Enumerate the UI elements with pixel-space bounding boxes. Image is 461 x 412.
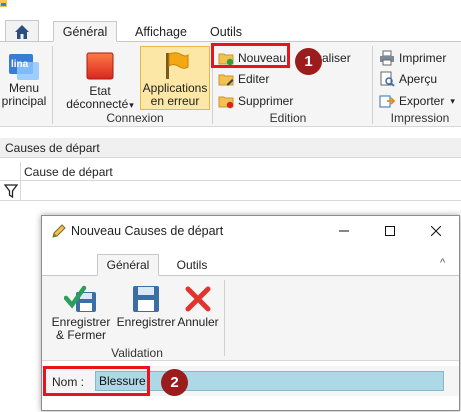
delete-folder-icon (218, 93, 234, 109)
export-icon (379, 93, 396, 109)
group-label-edition: Edition (269, 111, 307, 125)
panel-title: Causes de départ (0, 138, 461, 158)
printer-icon (379, 50, 395, 66)
apercu-label: Aperçu (399, 72, 438, 86)
lina-logo-icon: lina (9, 54, 39, 80)
row-indicator-divider (20, 162, 21, 181)
annuler-label: Annuler (177, 315, 219, 329)
group-label-impression: Impression (390, 111, 450, 125)
row-indicator-divider (20, 181, 21, 201)
applications-en-erreur-button[interactable]: Applications en erreur (140, 46, 210, 110)
ribbon-separator (224, 280, 225, 356)
annuler-button[interactable]: Annuler (175, 284, 221, 329)
cancel-x-icon (185, 286, 211, 312)
grid-header: Cause de départ (0, 162, 461, 181)
enregistrer-label: Enregistrer (116, 315, 176, 329)
exporter-label: Exporter (399, 94, 445, 108)
close-icon (431, 226, 441, 236)
highlight-nouveau (211, 43, 290, 68)
editer-label: Editer (238, 72, 270, 86)
enregistrer-fermer-line2: & Fermer (55, 328, 106, 342)
maximize-icon (385, 226, 395, 236)
save-icon (133, 286, 159, 312)
enregistrer-fermer-button[interactable]: Enregistrer & Fermer (50, 284, 112, 342)
preview-icon (379, 71, 395, 87)
home-icon (15, 24, 29, 39)
collapse-ribbon-button[interactable]: ^ (440, 257, 445, 269)
supprimer-button[interactable]: Supprimer (218, 92, 293, 110)
tab-affichage[interactable]: Affichage (128, 21, 194, 42)
menu-principal-line2: principal (1, 94, 47, 108)
enregistrer-button[interactable]: Enregistrer (116, 284, 176, 329)
dialog-tab-outils[interactable]: Outils (167, 254, 217, 276)
dialog-titlebar[interactable]: Nouveau Causes de départ (42, 216, 459, 246)
dialog-tab-general[interactable]: Général (97, 254, 159, 276)
highlight-nom-field (43, 366, 150, 396)
supprimer-label: Supprimer (238, 94, 294, 108)
dialog-ribbon: Enregistrer & Fermer Enregistrer Annuler… (42, 275, 459, 361)
edit-folder-icon (218, 71, 234, 87)
app-icon (0, 0, 7, 7)
etat-deconnecte-button[interactable]: Etat déconnecté▾ (64, 52, 136, 112)
flag-icon (166, 52, 189, 79)
minimize-icon (339, 230, 349, 232)
save-close-icon (64, 285, 96, 312)
dialog-title: Nouveau Causes de départ (71, 224, 224, 238)
tab-outils[interactable]: Outils (201, 21, 251, 42)
filter-icon[interactable] (4, 184, 18, 198)
group-label-connexion: Connexion (106, 111, 164, 125)
minimize-button[interactable] (321, 216, 367, 246)
chevron-down-icon: ▾ (450, 95, 455, 106)
group-label-validation: Validation (111, 346, 163, 360)
maximize-button[interactable] (367, 216, 413, 246)
tab-general[interactable]: Général (53, 21, 117, 42)
imprimer-label: Imprimer (399, 51, 447, 65)
column-header-cause[interactable]: Cause de départ (24, 165, 113, 179)
close-button[interactable] (413, 216, 459, 246)
filter-row (0, 181, 461, 201)
home-tab[interactable] (5, 20, 39, 42)
imprimer-button[interactable]: Imprimer (379, 49, 446, 67)
logo-text: lina (11, 59, 29, 70)
chevron-down-icon: ▾ (129, 100, 134, 110)
pencil-icon (52, 224, 66, 238)
apercu-button[interactable]: Aperçu (379, 70, 437, 88)
ribbon-separator (52, 46, 53, 124)
etat-line2-row: déconnecté▾ (66, 98, 134, 112)
menu-principal-button[interactable]: lina Menu principal (2, 50, 46, 108)
etat-line2: déconnecté (66, 97, 129, 111)
ribbon-separator (372, 46, 373, 124)
exporter-button[interactable]: Exporter ▾ (379, 92, 455, 110)
step-badge-2: 2 (161, 369, 188, 396)
applications-line2: en erreur (150, 94, 200, 108)
step-badge-1: 1 (295, 48, 322, 75)
editer-button[interactable]: Editer (218, 70, 269, 88)
status-red-icon (86, 52, 114, 80)
